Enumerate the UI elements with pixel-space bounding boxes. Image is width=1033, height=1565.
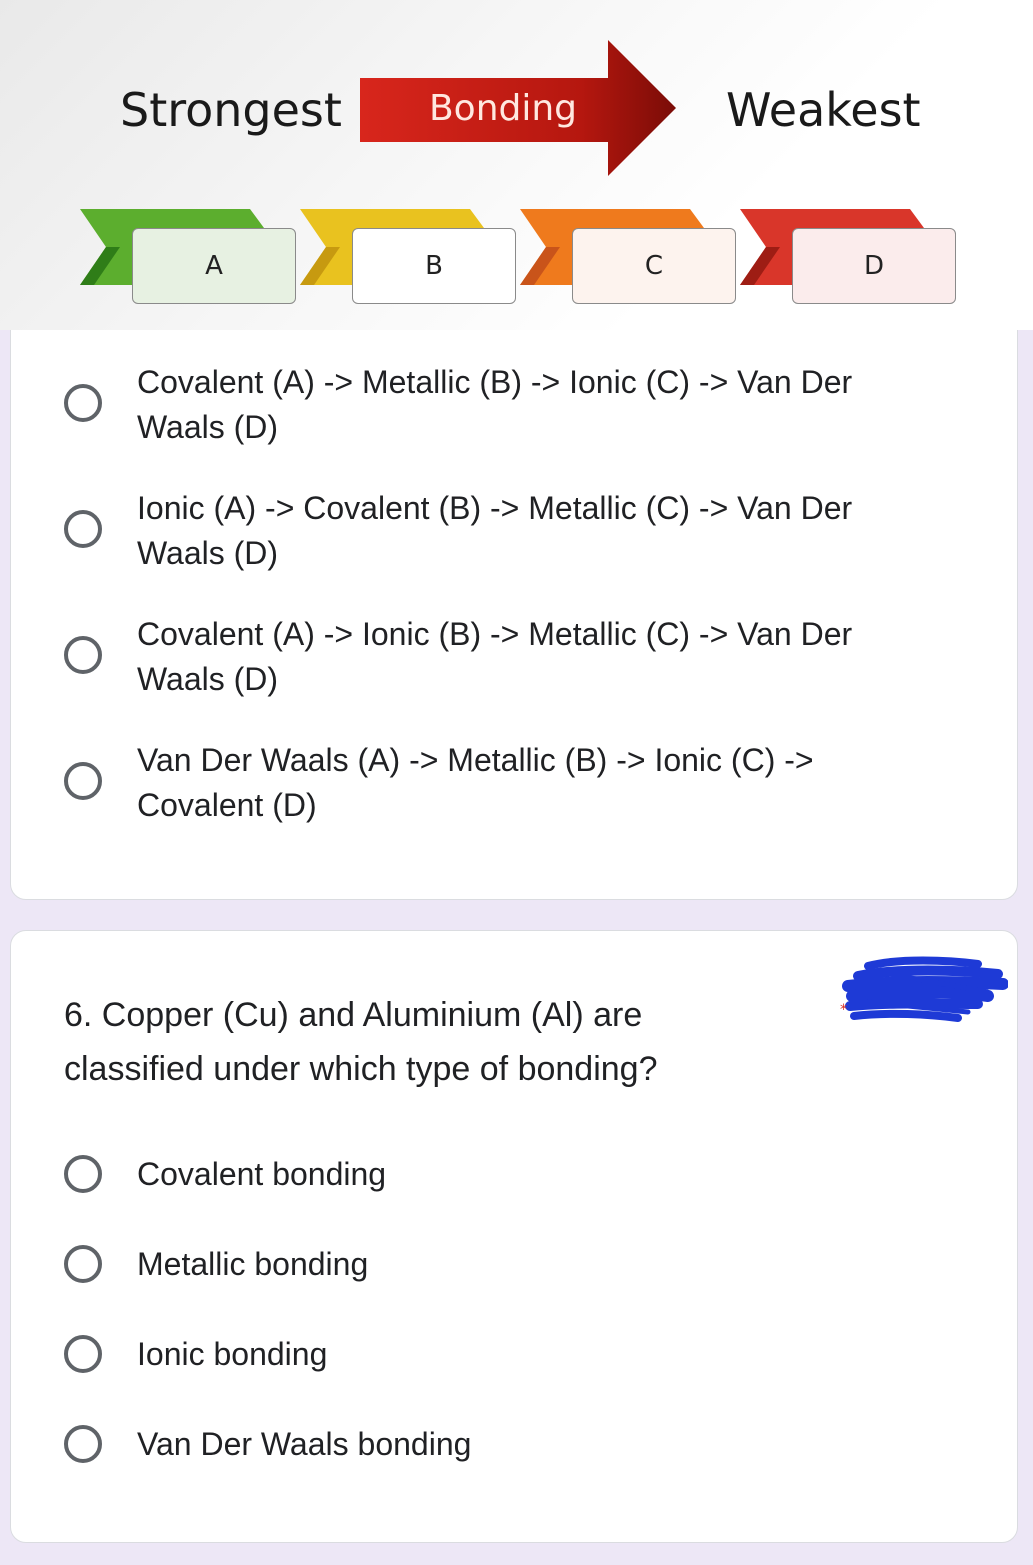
- q5-option-4-text: Van Der Waals (A) -> Metallic (B) -> Ion…: [137, 742, 814, 823]
- radio-button[interactable]: [64, 1425, 102, 1463]
- q6-option-text: Ionic bonding: [137, 1336, 328, 1372]
- svg-text:*: *: [840, 1002, 847, 1018]
- q5-option-1[interactable]: Covalent (A) -> Metallic (B) -> Ionic (C…: [64, 360, 852, 450]
- strongest-label: Strongest: [120, 83, 342, 137]
- chevron-label-d: D: [792, 228, 956, 304]
- q6-option-covalent[interactable]: Covalent bonding: [64, 1152, 386, 1197]
- radio-button[interactable]: [64, 636, 102, 674]
- radio-button[interactable]: [64, 762, 102, 800]
- q6-option-text: Van Der Waals bonding: [137, 1426, 472, 1462]
- weakest-label: Weakest: [726, 83, 921, 137]
- radio-button[interactable]: [64, 384, 102, 422]
- q5-option-2[interactable]: Ionic (A) -> Covalent (B) -> Metallic (C…: [64, 486, 852, 576]
- q5-option-2-text: Ionic (A) -> Covalent (B) -> Metallic (C…: [137, 490, 853, 571]
- q6-option-ionic[interactable]: Ionic bonding: [64, 1332, 327, 1377]
- radio-button[interactable]: [64, 1155, 102, 1193]
- radio-button[interactable]: [64, 510, 102, 548]
- bonding-strength-diagram: Strongest Bonding Weakest ABCD: [0, 0, 1033, 330]
- q6-option-text: Covalent bonding: [137, 1156, 387, 1192]
- bonding-arrow-label: Bonding: [428, 88, 578, 129]
- radio-button[interactable]: [64, 1335, 102, 1373]
- q5-option-3[interactable]: Covalent (A) -> Ionic (B) -> Metallic (C…: [64, 612, 852, 702]
- q5-option-4[interactable]: Van Der Waals (A) -> Metallic (B) -> Ion…: [64, 738, 814, 828]
- radio-button[interactable]: [64, 1245, 102, 1283]
- q5-option-1-text: Covalent (A) -> Metallic (B) -> Ionic (C…: [137, 364, 853, 445]
- chevron-label-a: A: [132, 228, 296, 304]
- q6-option-text: Metallic bonding: [137, 1246, 369, 1282]
- question-6-title: 6. Copper (Cu) and Aluminium (Al) are cl…: [64, 996, 658, 1088]
- redacted-scribble-icon: *: [840, 956, 1008, 1022]
- chevron-label-c: C: [572, 228, 736, 304]
- chevron-label-b: B: [352, 228, 516, 304]
- q6-option-metallic[interactable]: Metallic bonding: [64, 1242, 368, 1287]
- q5-option-3-text: Covalent (A) -> Ionic (B) -> Metallic (C…: [137, 616, 853, 697]
- q6-option-van-der-waals[interactable]: Van Der Waals bonding: [64, 1422, 471, 1467]
